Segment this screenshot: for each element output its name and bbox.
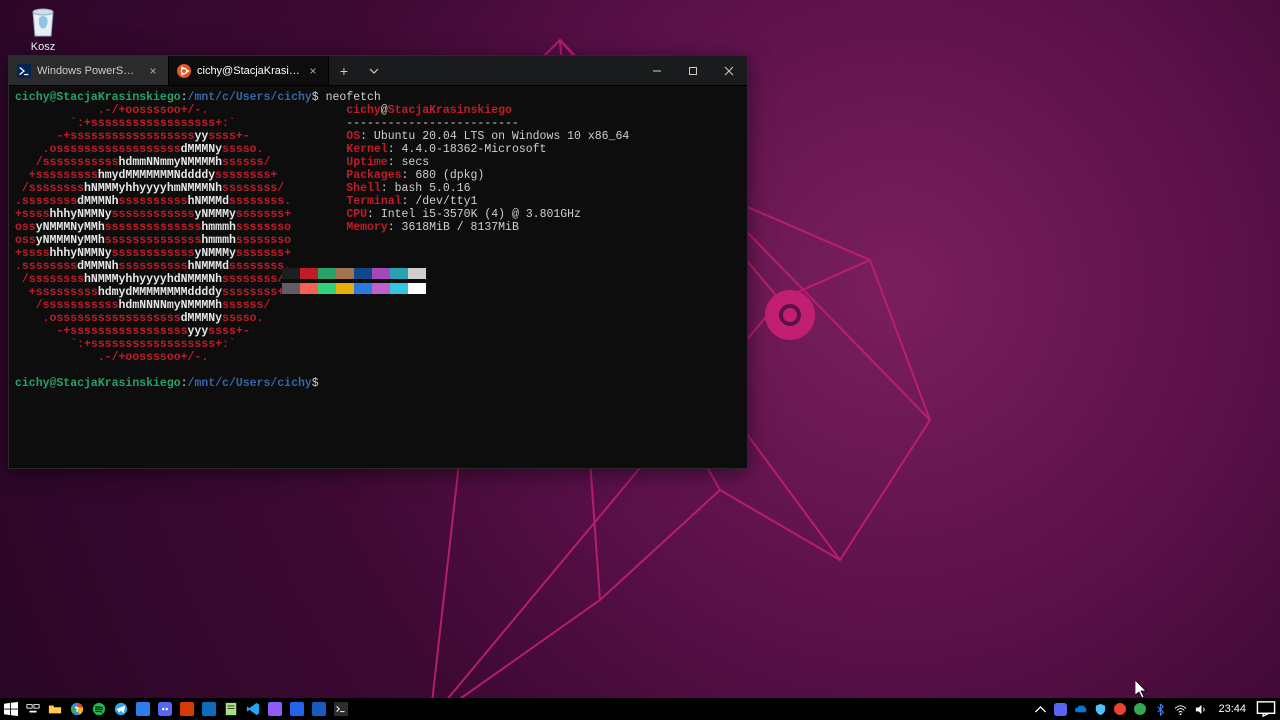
taskbar-app-chrome[interactable]: [66, 698, 88, 720]
tab-label: cichy@StacjaKrasinskiego: /mnt: [197, 65, 300, 77]
minimize-button[interactable]: [639, 56, 675, 85]
terminal-window: Windows PowerShell × cichy@StacjaKrasins…: [8, 55, 748, 469]
app-icon: [136, 702, 150, 716]
task-view-icon: [26, 702, 40, 716]
recycle-bin[interactable]: Kosz: [18, 4, 68, 53]
tab-strip: Windows PowerShell × cichy@StacjaKrasins…: [9, 56, 639, 85]
mouse-cursor-icon: [1135, 680, 1149, 700]
taskbar-app-generic-3[interactable]: [198, 698, 220, 720]
tray-volume[interactable]: [1192, 698, 1208, 720]
task-view-button[interactable]: [22, 698, 44, 720]
terminal-icon: [334, 702, 348, 716]
maximize-button[interactable]: [675, 56, 711, 85]
chrome-icon: [70, 702, 84, 716]
taskbar-app-spotify[interactable]: [88, 698, 110, 720]
discord-icon: [158, 702, 172, 716]
taskbar-app-generic-5[interactable]: [286, 698, 308, 720]
shield-icon: [1094, 703, 1107, 716]
tray-onedrive[interactable]: [1072, 698, 1088, 720]
app-icon: [180, 702, 194, 716]
ansi-color-palette-light: [282, 283, 426, 294]
tab-ubuntu[interactable]: cichy@StacjaKrasinskiego: /mnt ×: [169, 56, 329, 85]
taskbar: 23:44: [0, 698, 1280, 720]
recycle-bin-icon: [27, 4, 59, 38]
wifi-icon: [1174, 703, 1187, 716]
vscode-icon: [246, 702, 260, 716]
ubuntu-icon: [177, 64, 191, 78]
titlebar[interactable]: Windows PowerShell × cichy@StacjaKrasins…: [9, 56, 747, 86]
tab-dropdown-button[interactable]: [359, 56, 389, 85]
tray-security[interactable]: [1092, 698, 1108, 720]
taskbar-app-notepadpp[interactable]: [220, 698, 242, 720]
new-tab-button[interactable]: +: [329, 56, 359, 85]
taskbar-app-telegram[interactable]: [110, 698, 132, 720]
terminal-body[interactable]: cichy@StacjaKrasinskiego:/mnt/c/Users/ci…: [9, 86, 747, 468]
windows-icon: [4, 702, 18, 716]
tab-close-icon[interactable]: ×: [146, 64, 160, 78]
window-controls: [639, 56, 747, 85]
close-button[interactable]: [711, 56, 747, 85]
tray-app-2[interactable]: [1132, 698, 1148, 720]
app-icon: [290, 702, 304, 716]
cloud-icon: [1074, 703, 1087, 716]
recycle-bin-label: Kosz: [18, 41, 68, 53]
taskbar-app-explorer[interactable]: [44, 698, 66, 720]
tab-close-icon[interactable]: ×: [306, 64, 320, 78]
taskbar-app-generic-4[interactable]: [264, 698, 286, 720]
notification-icon: [1256, 699, 1276, 719]
clock[interactable]: 23:44: [1212, 703, 1252, 715]
taskbar-app-generic-2[interactable]: [176, 698, 198, 720]
telegram-icon: [114, 702, 128, 716]
tab-powershell[interactable]: Windows PowerShell ×: [9, 56, 169, 85]
taskbar-app-vscode[interactable]: [242, 698, 264, 720]
tray-bluetooth[interactable]: [1152, 698, 1168, 720]
powershell-icon: [17, 64, 31, 78]
ansi-color-palette: [282, 268, 426, 279]
taskbar-app-word[interactable]: [308, 698, 330, 720]
discord-icon: [1054, 703, 1067, 716]
start-button[interactable]: [0, 698, 22, 720]
bluetooth-icon: [1154, 703, 1167, 716]
action-center-button[interactable]: [1256, 698, 1276, 720]
taskbar-app-generic-1[interactable]: [132, 698, 154, 720]
app-icon: [1134, 703, 1146, 715]
notepad-icon: [224, 702, 238, 716]
chevron-up-icon: [1034, 703, 1047, 716]
word-icon: [312, 702, 326, 716]
tray-overflow[interactable]: [1032, 698, 1048, 720]
tray-wifi[interactable]: [1172, 698, 1188, 720]
taskbar-app-discord[interactable]: [154, 698, 176, 720]
tray-app[interactable]: [1112, 698, 1128, 720]
volume-icon: [1194, 703, 1207, 716]
app-icon: [202, 702, 216, 716]
tray-discord[interactable]: [1052, 698, 1068, 720]
tab-label: Windows PowerShell: [37, 65, 140, 77]
app-icon: [1114, 703, 1126, 715]
folder-icon: [48, 702, 62, 716]
app-icon: [268, 702, 282, 716]
ubuntu-logo-icon: [765, 290, 815, 340]
spotify-icon: [92, 702, 106, 716]
chevron-down-icon: [369, 66, 379, 76]
taskbar-app-terminal[interactable]: [330, 698, 352, 720]
